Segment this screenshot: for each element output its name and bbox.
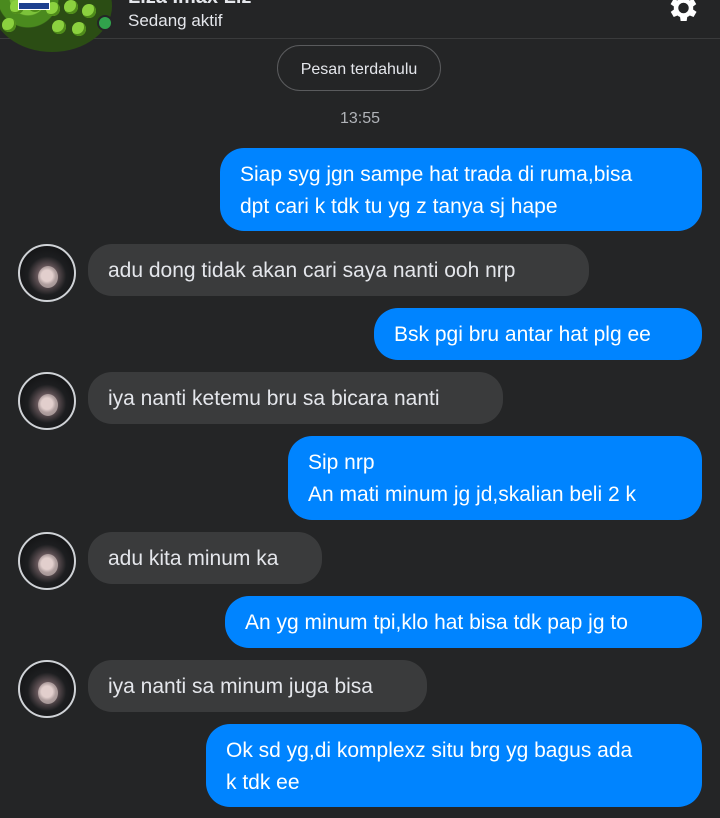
incoming-message[interactable]: iya nanti sa minum juga bisa [88,660,427,712]
online-status-icon [97,15,113,31]
contact-avatar-small[interactable] [18,244,76,302]
flag-icon [18,0,50,10]
contact-name[interactable]: Liza Imax Liz [128,0,251,9]
incoming-message[interactable]: adu dong tidak akan cari saya nanti ooh … [88,244,589,296]
contact-avatar-small[interactable] [18,532,76,590]
contact-avatar-small[interactable] [18,372,76,430]
active-status: Sedang aktif [128,11,223,30]
chat-header: Liza Imax Liz Sedang aktif [0,0,720,52]
contact-avatar-small[interactable] [18,660,76,718]
incoming-message[interactable]: iya nanti ketemu bru sa bicara nanti [88,372,503,424]
outgoing-message[interactable]: Siap syg jgn sampe hat trada di ruma,bis… [220,148,702,231]
outgoing-message[interactable]: Sip nrp An mati minum jg jd,skalian beli… [288,436,702,520]
gear-icon[interactable] [664,0,700,26]
outgoing-message[interactable]: An yg minum tpi,klo hat bisa tdk pap jg … [225,596,702,648]
message-timestamp: 13:55 [339,110,381,127]
incoming-message[interactable]: adu kita minum ka [88,532,322,584]
outgoing-message[interactable]: Ok sd yg,di komplexz situ brg yg bagus a… [206,724,702,807]
older-messages-button[interactable]: Pesan terdahulu [277,45,441,91]
contact-avatar[interactable] [0,0,112,52]
outgoing-message[interactable]: Bsk pgi bru antar hat plg ee [374,308,702,360]
